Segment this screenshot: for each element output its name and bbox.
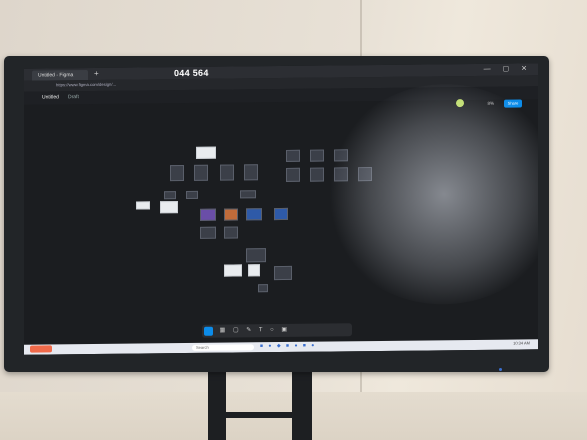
canvas-frame[interactable] — [244, 164, 258, 181]
canvas-frame[interactable] — [224, 264, 242, 277]
figma-bottom-toolbar[interactable]: ▲ ▦ ▢ ✎ T ○ ▣ — [202, 323, 352, 338]
canvas-frame[interactable] — [248, 264, 260, 277]
canvas-frame[interactable] — [240, 190, 256, 199]
canvas-frame[interactable] — [310, 167, 324, 182]
figma-drafts-label: Draft — [68, 94, 79, 101]
canvas-frame[interactable] — [160, 201, 178, 214]
taskbar-clock: 10:34 AM — [513, 340, 530, 346]
canvas-frame[interactable] — [274, 207, 288, 221]
canvas-frame[interactable] — [286, 149, 300, 162]
figma-file-name[interactable]: Untitled — [42, 94, 59, 100]
canvas-frame[interactable] — [258, 284, 268, 293]
canvas-frame[interactable] — [224, 208, 238, 221]
taskbar-app-icons[interactable]: ■ ● ◆ ■ ● ■ ● — [260, 343, 316, 350]
screen-glare — [324, 83, 538, 306]
television: Untitled - Figma + 044 564 — ▢ ✕ https:/… — [4, 56, 549, 372]
canvas-frame[interactable] — [286, 167, 300, 182]
canvas-frame[interactable] — [186, 190, 198, 199]
canvas-frame[interactable] — [220, 164, 234, 181]
canvas-frame[interactable] — [246, 208, 262, 221]
taskbar-search[interactable]: Search — [192, 344, 254, 351]
canvas-frame[interactable] — [200, 208, 216, 221]
window-controls[interactable]: — ▢ ✕ — [484, 64, 532, 73]
canvas-frame[interactable] — [246, 248, 266, 263]
canvas-frame[interactable] — [136, 201, 150, 210]
canvas-frame[interactable] — [194, 164, 208, 181]
tv-stand-right-post — [292, 370, 312, 440]
tv-screen: Untitled - Figma + 044 564 — ▢ ✕ https:/… — [24, 63, 538, 355]
canvas-frame[interactable] — [224, 226, 238, 239]
canvas-frame[interactable] — [274, 265, 292, 281]
canvas-frame[interactable] — [196, 146, 216, 159]
weather-widget[interactable] — [30, 345, 52, 353]
url-text: https://www.figma.com/design/... — [56, 81, 117, 88]
meeting-code-overlay: 044 564 — [174, 67, 209, 79]
canvas-frame[interactable] — [170, 165, 184, 182]
power-led-icon — [499, 368, 502, 371]
canvas-frame[interactable] — [200, 226, 216, 239]
canvas-frame[interactable] — [310, 149, 324, 162]
canvas-frame[interactable] — [164, 191, 176, 200]
move-tool-icon[interactable] — [204, 326, 213, 336]
new-tab-button[interactable]: + — [94, 69, 99, 78]
tv-stand-left-post — [208, 370, 226, 440]
tv-stand-crossbar — [208, 412, 312, 418]
browser-tab[interactable]: Untitled - Figma — [32, 70, 88, 81]
